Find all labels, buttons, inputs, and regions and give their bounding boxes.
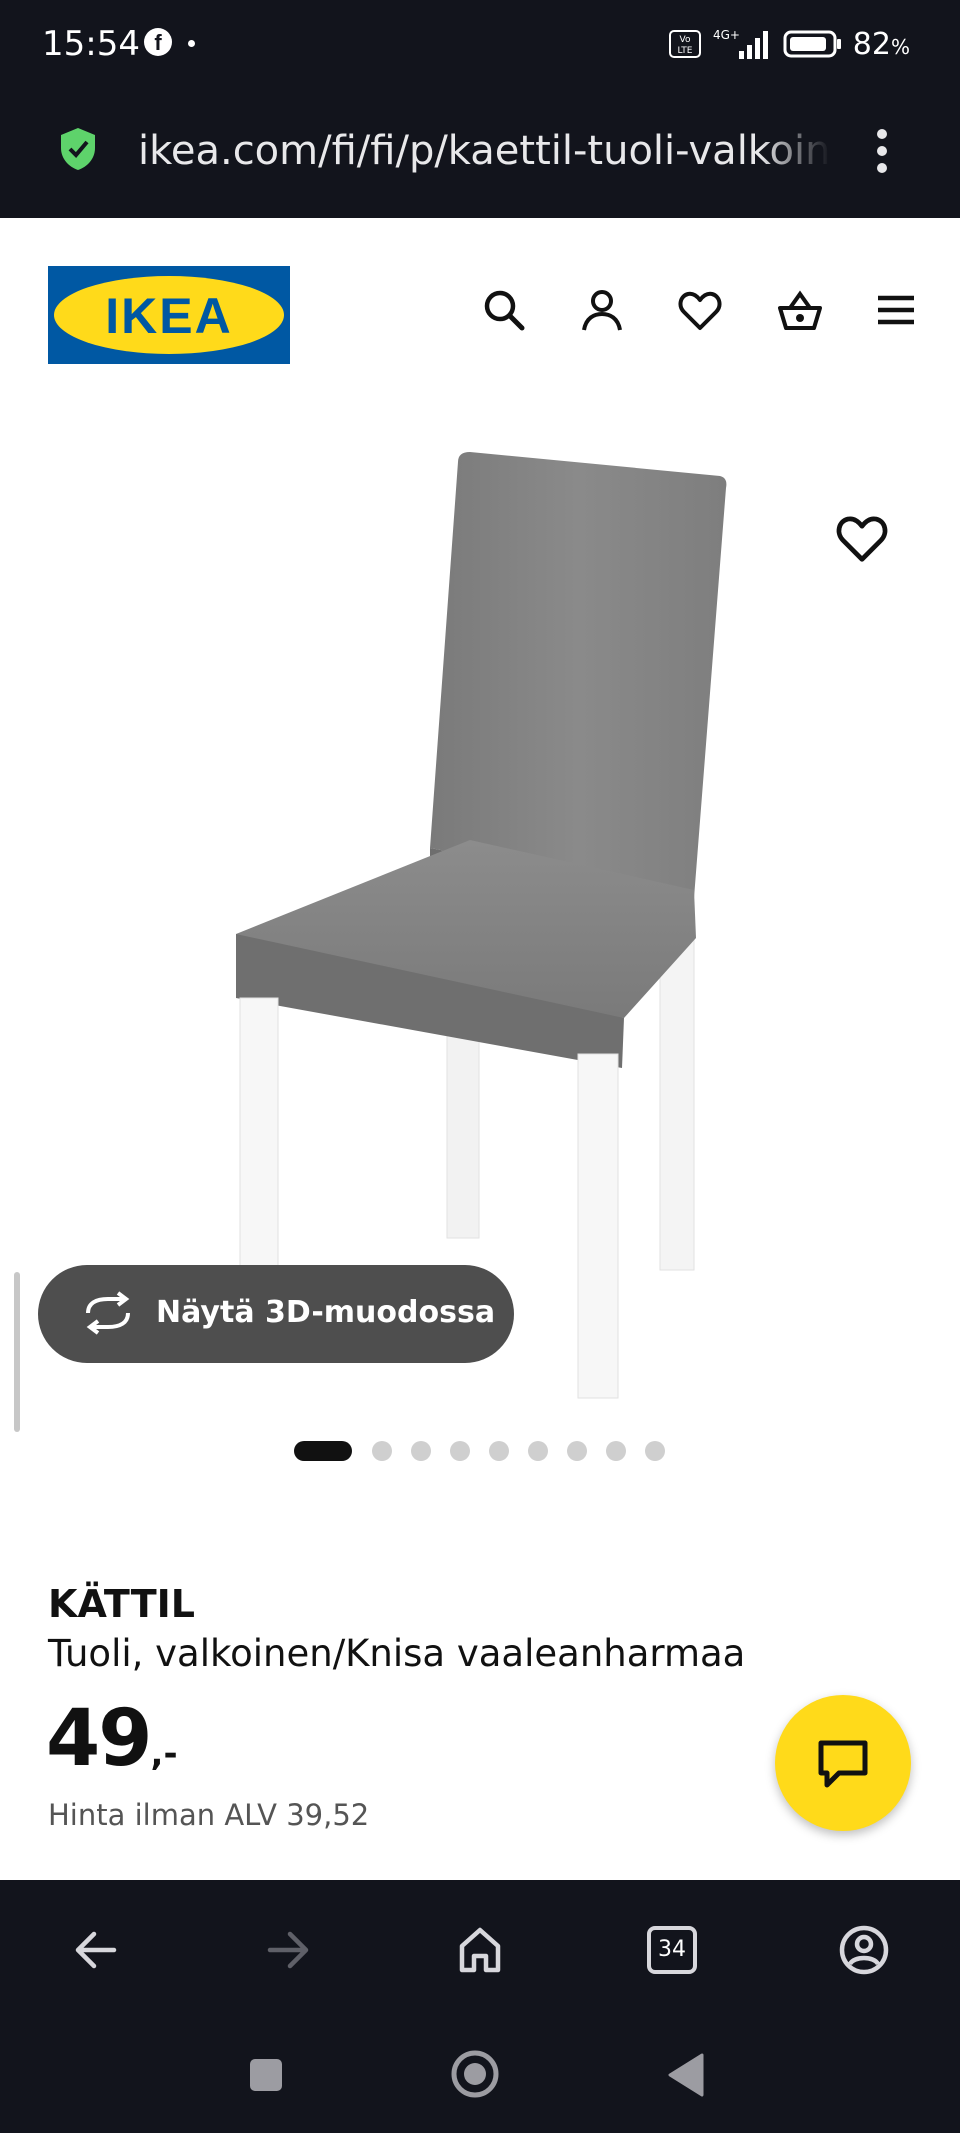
ikea-logo[interactable]: IKEA — [48, 266, 290, 364]
shield-check-icon — [61, 128, 95, 170]
carousel-dot-8[interactable] — [606, 1441, 626, 1461]
view-3d-label: Näytä 3D-muodossa — [156, 1295, 496, 1330]
chat-button[interactable] — [775, 1695, 911, 1831]
volte-icon: VoLTE — [668, 30, 701, 58]
url-text[interactable]: ikea.com/fi/fi/p/kaettil-tuoli-valkoinen… — [138, 128, 828, 174]
svg-text:LTE: LTE — [677, 46, 692, 56]
carousel-dot-1[interactable] — [294, 1441, 352, 1461]
add-to-favourites-icon[interactable] — [836, 512, 888, 564]
view-3d-button[interactable]: Näytä 3D-muodossa — [38, 1265, 514, 1363]
url-fade — [760, 124, 830, 180]
search-icon[interactable] — [482, 288, 526, 332]
carousel-dot-9[interactable] — [645, 1441, 665, 1461]
battery-level: 82% — [852, 26, 910, 62]
forward-arrow-icon[interactable] — [262, 1924, 314, 1976]
home-button-icon[interactable] — [450, 2049, 500, 2099]
svg-text:Vo: Vo — [679, 35, 690, 45]
account-icon[interactable] — [838, 1924, 890, 1976]
home-icon[interactable] — [454, 1924, 506, 1976]
carousel-dot-5[interactable] — [489, 1441, 509, 1461]
system-nav-bar — [0, 2015, 960, 2133]
carousel-dot-4[interactable] — [450, 1441, 470, 1461]
browser-nav-bar: 34 — [0, 1880, 960, 2015]
product-price: 49,- — [46, 1694, 178, 1784]
more-options-icon[interactable] — [872, 126, 892, 176]
heart-icon[interactable] — [678, 288, 722, 332]
carousel-dot-3[interactable] — [411, 1441, 431, 1461]
svg-text:4G+: 4G+ — [713, 28, 740, 42]
browser-url-bar[interactable]: ikea.com/fi/fi/p/kaettil-tuoli-valkoinen… — [0, 88, 960, 218]
header-icons — [482, 288, 918, 332]
back-arrow-icon[interactable] — [70, 1924, 122, 1976]
product-description: Tuoli, valkoinen/Knisa vaaleanharmaa — [48, 1632, 746, 1675]
scroll-indicator — [14, 1272, 20, 1432]
recent-apps-icon[interactable] — [248, 2057, 284, 2093]
facebook-icon: f — [144, 28, 172, 56]
carousel-dots — [0, 1441, 960, 1461]
menu-icon[interactable] — [874, 288, 918, 332]
basket-icon[interactable] — [776, 288, 822, 332]
product-name: KÄTTIL — [48, 1582, 195, 1626]
logo-text: IKEA — [105, 288, 233, 344]
battery-icon — [783, 30, 841, 58]
product-gallery[interactable]: Näytä 3D-muodossa — [0, 378, 960, 1438]
rotate-3d-icon — [86, 1291, 130, 1335]
back-button-icon[interactable] — [666, 2053, 706, 2097]
chat-icon — [818, 1740, 868, 1788]
notification-dot — [188, 40, 195, 47]
user-icon[interactable] — [580, 288, 624, 332]
price-value: 49 — [46, 1694, 153, 1784]
signal-icon: 4G+ — [713, 28, 768, 59]
status-indicators: Vo LTE 4G+ 82% — [668, 22, 910, 66]
carousel-dot-6[interactable] — [528, 1441, 548, 1461]
tab-switcher-button[interactable]: 34 — [647, 1926, 697, 1974]
price-suffix: ,- — [150, 1734, 178, 1774]
status-bar: 15:54 f Vo LTE 4G+ 82% — [0, 0, 960, 88]
price-without-vat: Hinta ilman ALV 39,52 — [48, 1798, 370, 1832]
site-header: IKEA — [0, 218, 960, 378]
carousel-dot-2[interactable] — [372, 1441, 392, 1461]
status-time: 15:54 — [42, 24, 140, 64]
carousel-dot-7[interactable] — [567, 1441, 587, 1461]
